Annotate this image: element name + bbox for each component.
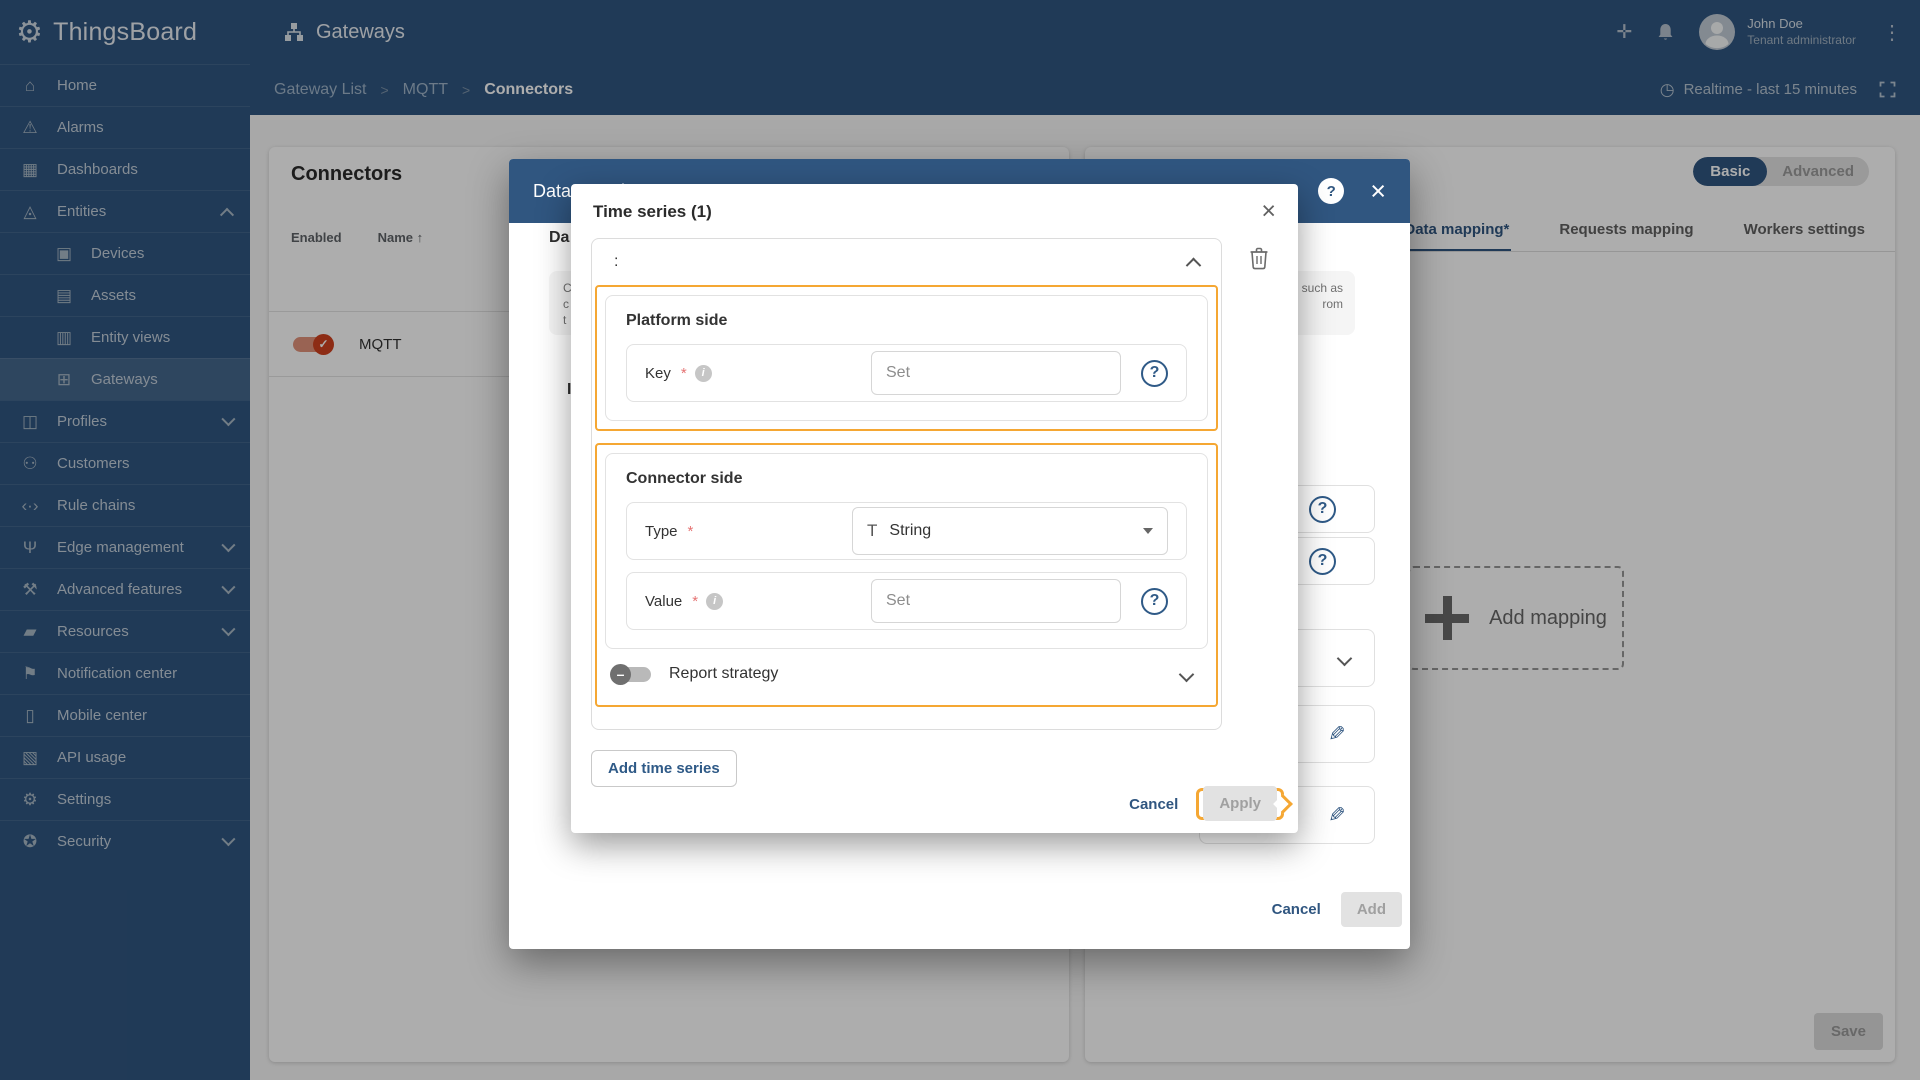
time-series-footer: Cancel Apply bbox=[1129, 786, 1284, 821]
value-help-icon[interactable]: ? bbox=[1141, 587, 1168, 615]
dialog-close-icon[interactable]: × bbox=[1261, 199, 1276, 224]
modal-cancel-button[interactable]: Cancel bbox=[1272, 901, 1321, 918]
entry-panel-header[interactable]: : bbox=[592, 239, 1221, 285]
chevron-down-icon bbox=[1178, 666, 1195, 682]
type-select[interactable]: T String bbox=[852, 507, 1168, 555]
dialog-cancel-button[interactable]: Cancel bbox=[1129, 796, 1178, 813]
platform-side-highlight: Platform side Key * i Set ? bbox=[595, 285, 1218, 431]
data-mapping-footer: Cancel Add bbox=[1272, 892, 1402, 927]
select-caret-icon bbox=[1143, 528, 1153, 534]
chevron-up-icon bbox=[1185, 257, 1202, 273]
required-mark: * bbox=[680, 364, 687, 382]
connector-side-title: Connector side bbox=[626, 470, 743, 487]
platform-side-title: Platform side bbox=[626, 312, 728, 329]
help-icon[interactable]: ? bbox=[1318, 178, 1345, 204]
delete-trash-icon[interactable] bbox=[1248, 246, 1270, 270]
edit-pencil-icon[interactable]: ✎ bbox=[1328, 803, 1346, 828]
string-type-icon: T bbox=[867, 521, 878, 540]
info-icon: i bbox=[694, 364, 712, 382]
help-circle-icon[interactable]: ? bbox=[1309, 495, 1336, 523]
platform-side-section: Platform side Key * i Set ? bbox=[605, 295, 1208, 421]
key-field-row: Key * i Set ? bbox=[626, 344, 1187, 402]
required-mark: * bbox=[687, 522, 694, 540]
help-circle-icon[interactable]: ? bbox=[1309, 547, 1336, 575]
clipped-section-heading: Da bbox=[549, 229, 570, 246]
report-strategy-toggle[interactable]: – bbox=[610, 663, 651, 685]
required-mark: * bbox=[692, 592, 699, 610]
modal-add-button[interactable]: Add bbox=[1340, 892, 1402, 927]
type-selected-value: String bbox=[889, 522, 932, 539]
time-series-header: Time series (1) × bbox=[571, 184, 1298, 232]
close-icon[interactable]: × bbox=[1370, 177, 1386, 205]
entry-key-value-label: : bbox=[614, 253, 619, 270]
time-series-dialog: Time series (1) × : Platform side Key * … bbox=[571, 184, 1298, 833]
modal-header-icons: ? × bbox=[1318, 177, 1386, 205]
report-strategy-row[interactable]: – Report strategy bbox=[605, 651, 1208, 697]
value-field-row: Value * i Set ? bbox=[626, 572, 1187, 630]
add-time-series-button[interactable]: Add time series bbox=[591, 750, 737, 787]
key-input[interactable]: Set bbox=[871, 351, 1121, 395]
connector-side-highlight: Connector side Type * T String Value * i… bbox=[595, 443, 1218, 707]
dialog-title: Time series (1) bbox=[593, 201, 712, 221]
connector-side-section: Connector side Type * T String Value * i… bbox=[605, 453, 1208, 649]
type-field-row: Type * T String bbox=[626, 502, 1187, 560]
edit-pencil-icon[interactable]: ✎ bbox=[1328, 722, 1346, 747]
report-strategy-label: Report strategy bbox=[669, 665, 779, 682]
key-help-icon[interactable]: ? bbox=[1141, 359, 1168, 387]
clipped-banner-right-text: such as rom bbox=[1301, 281, 1343, 311]
time-series-entry-panel: : Platform side Key * i Set ? Connector … bbox=[591, 238, 1222, 730]
value-input[interactable]: Set bbox=[871, 579, 1121, 623]
key-label: Key * i bbox=[645, 364, 712, 382]
toggle-minus-icon: – bbox=[610, 663, 631, 685]
value-label: Value * i bbox=[645, 592, 724, 610]
apply-highlight: Apply bbox=[1196, 786, 1284, 821]
type-label: Type * bbox=[645, 522, 694, 540]
info-icon: i bbox=[706, 592, 724, 610]
chevron-down-icon bbox=[1336, 650, 1353, 666]
apply-button[interactable]: Apply bbox=[1203, 786, 1277, 821]
